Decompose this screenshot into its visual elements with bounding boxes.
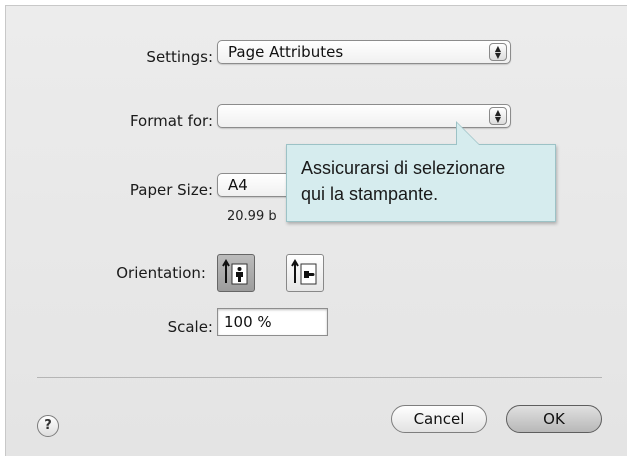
settings-label: Settings:	[146, 48, 213, 66]
settings-value: Page Attributes	[228, 43, 344, 61]
popup-stepper-icon: ▲ ▼	[489, 107, 507, 125]
format-for-label: Format for:	[129, 112, 213, 130]
orientation-label: Orientation:	[116, 264, 206, 282]
paper-dimensions: 20.99 b	[227, 209, 277, 224]
orientation-landscape-button[interactable]	[286, 254, 324, 292]
settings-popup[interactable]: Page Attributes ▲ ▼	[217, 40, 511, 64]
cancel-button[interactable]: Cancel	[391, 405, 487, 433]
separator	[37, 377, 602, 378]
paper-size-value: A4	[228, 176, 248, 194]
paper-size-label: Paper Size:	[129, 181, 213, 199]
landscape-icon	[291, 259, 317, 285]
scale-input[interactable]: 100 %	[217, 308, 328, 336]
tooltip-line-2: qui la stampante.	[301, 184, 439, 204]
help-button[interactable]: ?	[37, 415, 59, 437]
ok-button[interactable]: OK	[506, 405, 602, 433]
tooltip-tail	[457, 123, 479, 145]
printer-hint-tooltip: Assicurarsi di selezionare qui la stampa…	[286, 121, 556, 222]
tooltip-line-1: Assicurarsi di selezionare	[301, 158, 506, 178]
popup-stepper-icon: ▲ ▼	[489, 43, 507, 61]
scale-label: Scale:	[167, 318, 213, 336]
page-setup-panel: Settings: Page Attributes ▲ ▼ Format for:…	[5, 5, 627, 456]
orientation-portrait-button[interactable]	[217, 254, 255, 292]
portrait-icon	[222, 259, 248, 285]
